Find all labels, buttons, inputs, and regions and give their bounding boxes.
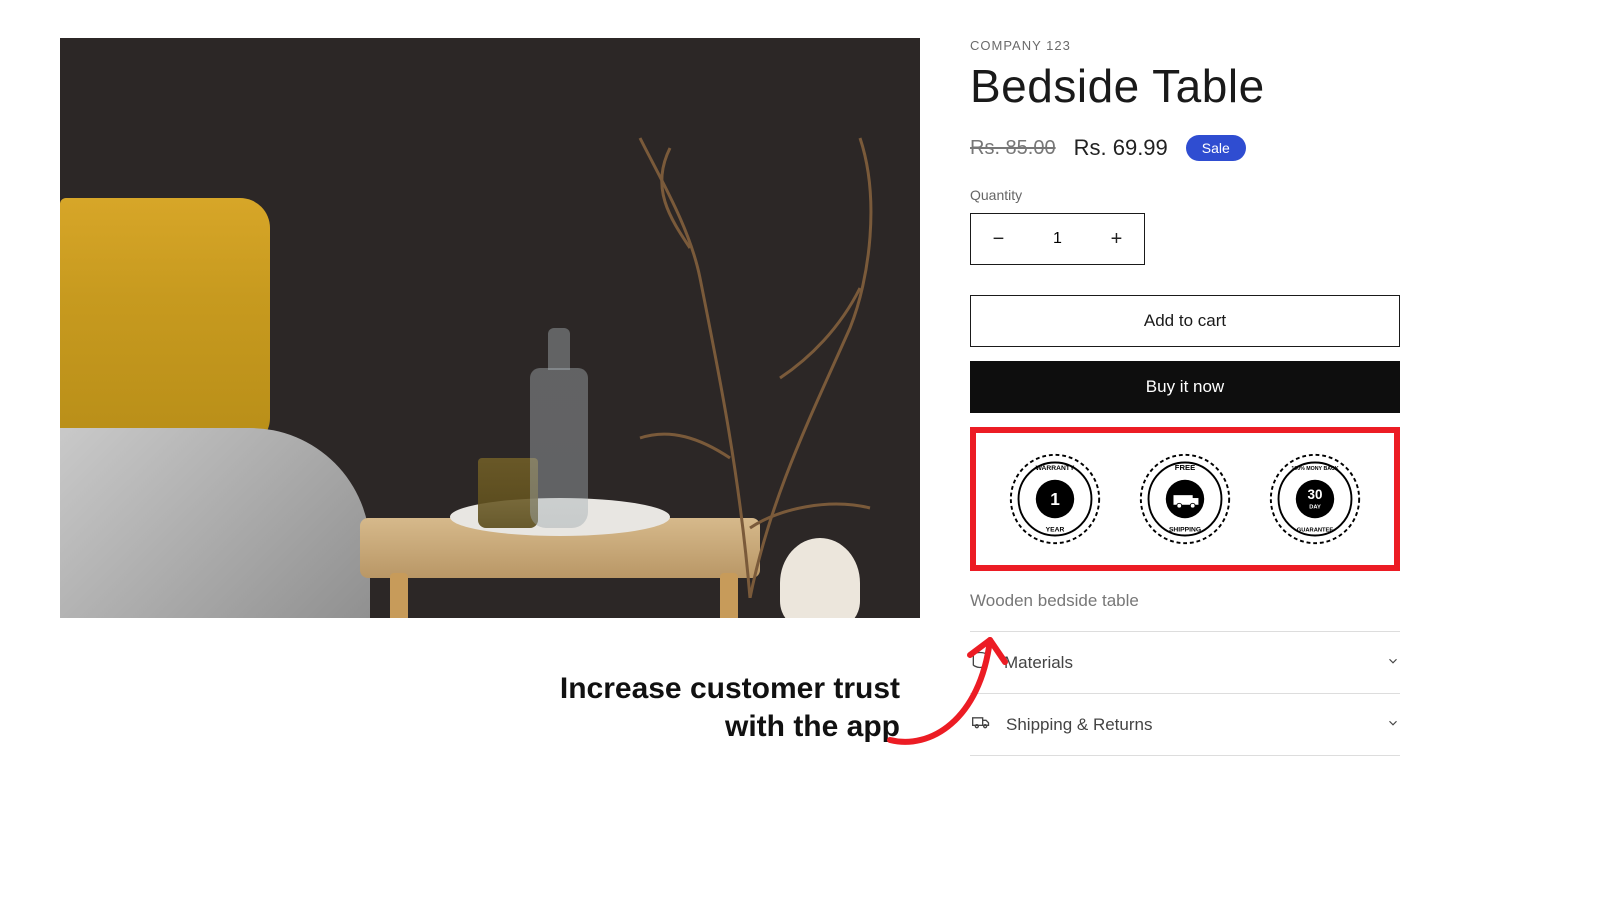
truck-icon [970,712,992,737]
accordion-shipping[interactable]: Shipping & Returns [970,693,1400,756]
accordion-label: Materials [1004,653,1073,673]
marketing-annotation: Increase customer trust with the app [430,670,900,745]
free-shipping-badge-icon: FREE SHIPPING [1137,451,1233,547]
buy-now-button[interactable]: Buy it now [970,361,1400,413]
price-current: Rs. 69.99 [1074,135,1168,161]
product-description: Wooden bedside table [970,591,1400,611]
svg-text:1: 1 [1050,489,1060,509]
chevron-down-icon [1386,715,1400,735]
quantity-decrease-button[interactable]: − [971,214,1026,264]
product-details: COMPANY 123 Bedside Table Rs. 85.00 Rs. … [970,38,1400,756]
product-title: Bedside Table [970,59,1400,113]
trust-badges-box: WARRANTY 1 YEAR FREE SHIPPING [970,427,1400,571]
svg-text:SHIPPING: SHIPPING [1169,527,1201,534]
leather-icon [970,650,990,675]
vendor-label: COMPANY 123 [970,38,1400,53]
warranty-badge-icon: WARRANTY 1 YEAR [1007,451,1103,547]
svg-text:WARRANTY: WARRANTY [1036,465,1075,472]
quantity-increase-button[interactable]: + [1089,214,1144,264]
money-back-badge-icon: 100% MONY BACK 30 DAY GUARANTEE [1267,451,1363,547]
svg-text:30: 30 [1308,487,1323,502]
chevron-down-icon [1386,653,1400,673]
add-to-cart-button[interactable]: Add to cart [970,295,1400,347]
svg-text:FREE: FREE [1175,463,1195,472]
svg-text:100% MONY BACK: 100% MONY BACK [1291,466,1339,472]
accordion-materials[interactable]: Materials [970,631,1400,693]
svg-text:DAY: DAY [1309,505,1321,511]
sale-badge: Sale [1186,135,1246,161]
quantity-value: 1 [1026,230,1089,248]
accordion-label: Shipping & Returns [1006,715,1152,735]
svg-text:YEAR: YEAR [1046,527,1065,534]
quantity-stepper[interactable]: − 1 + [970,213,1145,265]
price-row: Rs. 85.00 Rs. 69.99 Sale [970,135,1400,161]
svg-text:GUARANTEE: GUARANTEE [1297,528,1334,534]
product-image [60,38,920,618]
price-compare: Rs. 85.00 [970,137,1056,160]
quantity-label: Quantity [970,187,1400,203]
